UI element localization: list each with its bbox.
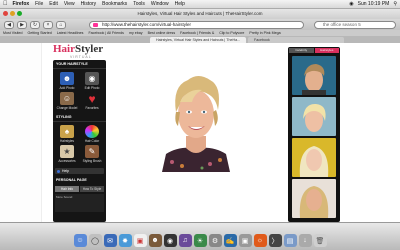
model-icon: ☺	[60, 92, 74, 105]
hairstyler-logo[interactable]: HairStyler	[53, 43, 103, 55]
tool-panel: YOUR HAIRSTYLE ☻ Add Photo ◉ Edit Photo …	[53, 60, 106, 222]
firefox-icon[interactable]: ☼	[253, 234, 267, 247]
search-value: the office season 5	[323, 21, 361, 27]
wifi-icon[interactable]: ◉	[349, 0, 353, 9]
menubar:  Firefox File Edit View History Bookmar…	[0, 0, 400, 9]
menu-view[interactable]: View	[64, 0, 75, 9]
add-photo-button[interactable]: ☻ Add Photo	[55, 72, 79, 90]
styling-brush-button[interactable]: ✎ Styling Brush	[80, 145, 104, 163]
safari-icon[interactable]: ✸	[118, 234, 132, 247]
minimize-window-button[interactable]	[10, 11, 15, 16]
browser-tabs: Hairstyles, Virtual Hair Styles and Hair…	[0, 36, 400, 43]
tab-celebrity[interactable]: Celebrity	[289, 48, 314, 53]
apple-icon[interactable]: 	[3, 0, 8, 9]
person-icon: ☻	[60, 72, 74, 85]
thumbnail-item[interactable]	[292, 56, 336, 95]
hairstyles-button[interactable]: ♠ Hairstyles	[55, 125, 79, 143]
documents-stack-icon[interactable]: ▤	[283, 234, 297, 247]
thumbnail-item[interactable]	[292, 138, 336, 177]
personal-page-heading: PERSONAL PAGE	[56, 178, 87, 182]
close-window-button[interactable]	[3, 11, 8, 16]
panel-heading: YOUR HAIRSTYLE	[53, 60, 106, 69]
menu-tools[interactable]: Tools	[133, 0, 145, 9]
addressbook-icon[interactable]: ☻	[148, 234, 162, 247]
change-model-button[interactable]: ☺ Change Model	[55, 92, 79, 110]
logo-subtitle: VIRTUAL	[70, 55, 92, 59]
search-input[interactable]: the office season 5	[314, 20, 396, 29]
thumbnail-item[interactable]	[292, 97, 336, 136]
site-favicon	[93, 22, 98, 27]
menu-edit[interactable]: Edit	[49, 0, 58, 9]
info-list: More Sound	[55, 194, 104, 212]
accessories-icon: ★	[60, 145, 74, 158]
trash-icon[interactable]: 🗑	[313, 234, 327, 247]
model-portrait[interactable]	[158, 68, 234, 172]
forward-button[interactable]: ▶	[17, 20, 27, 29]
iphoto-icon[interactable]: ☀	[193, 234, 207, 247]
camera-icon: ◉	[85, 72, 99, 85]
help-icon	[57, 169, 60, 173]
page-left-margin	[0, 43, 42, 222]
hair-color-button[interactable]: Hair Color	[80, 125, 104, 143]
menu-app[interactable]: Firefox	[13, 0, 30, 9]
terminal-icon[interactable]: 〉	[268, 234, 282, 247]
favorites-button[interactable]: ♥ Favorites	[80, 92, 104, 110]
ical-icon[interactable]: ▣	[133, 234, 147, 247]
back-button[interactable]: ◀	[4, 20, 14, 29]
hairstyle-tools: ☻ Add Photo ◉ Edit Photo ☺ Change Model …	[53, 69, 106, 113]
clock[interactable]: Sun 10:19 PM	[358, 0, 390, 9]
heart-icon: ♥	[85, 92, 99, 106]
spotlight-icon[interactable]: ⚲	[393, 0, 397, 9]
ichat-icon[interactable]: ✍	[223, 234, 237, 247]
info-tabs: Hair Info How To Style	[55, 186, 104, 192]
window-title: Hairstyles, Virtual Hair Styles and Hair…	[137, 11, 263, 16]
page-content: HairStyler VIRTUAL YOUR HAIRSTYLE ☻ Add …	[0, 43, 400, 222]
dock: ☺ ◯ ✉ ✸ ▣ ☻ ◉ ♫ ☀ ⚙ ✍ ▣ ☼ 〉 ▤ ↓ 🗑	[0, 222, 400, 250]
accessories-button[interactable]: ★ Accessories	[55, 145, 79, 163]
info-list-label: More Sound	[56, 195, 73, 199]
hairstyles-icon: ♠	[60, 125, 74, 138]
preview-icon[interactable]: ▣	[238, 234, 252, 247]
zoom-window-button[interactable]	[17, 11, 22, 16]
tab-how-to-style[interactable]: How To Style	[80, 186, 104, 192]
hairstyle-thumbnails: Celebrity Hairstyles	[288, 47, 340, 222]
browser-toolbar: ◀ ▶ ↻ × ⌂ http://www.thehairstyler.com/v…	[0, 19, 400, 30]
help-button[interactable]: Help	[55, 168, 104, 174]
tab-hair-info[interactable]: Hair Info	[55, 186, 79, 192]
thumbnail-tabs: Celebrity Hairstyles	[288, 47, 340, 54]
system-preferences-icon[interactable]: ⚙	[208, 234, 222, 247]
downloads-stack-icon[interactable]: ↓	[298, 234, 312, 247]
menu-window[interactable]: Window	[151, 0, 169, 9]
menu-file[interactable]: File	[35, 0, 43, 9]
finder-icon[interactable]: ☺	[73, 234, 87, 247]
itunes-icon[interactable]: ♫	[178, 234, 192, 247]
mail-icon[interactable]: ✉	[103, 234, 117, 247]
photobooth-icon[interactable]: ◉	[163, 234, 177, 247]
reload-button[interactable]: ↻	[30, 20, 40, 29]
home-button[interactable]: ⌂	[56, 20, 66, 29]
url-text: http://www.thehairstyler.com/virtual-hai…	[102, 21, 192, 27]
color-wheel-icon	[85, 125, 99, 138]
tab-hairstyles[interactable]: Hairstyles	[314, 48, 339, 53]
styling-heading: STYLING	[53, 113, 106, 122]
menu-history[interactable]: History	[81, 0, 97, 9]
brush-icon: ✎	[85, 145, 99, 158]
stop-button[interactable]: ×	[43, 20, 53, 29]
styling-tools: ♠ Hairstyles Hair Color ★ Accessories ✎ …	[53, 122, 106, 166]
menu-bookmarks[interactable]: Bookmarks	[102, 0, 127, 9]
url-bar[interactable]: http://www.thehairstyler.com/virtual-hai…	[89, 20, 304, 29]
window-titlebar: Hairstyles, Virtual Hair Styles and Hair…	[0, 9, 400, 19]
menu-help[interactable]: Help	[175, 0, 185, 9]
thumbnail-item[interactable]	[292, 179, 336, 218]
edit-photo-button[interactable]: ◉ Edit Photo	[80, 72, 104, 90]
dashboard-icon[interactable]: ◯	[88, 234, 102, 247]
